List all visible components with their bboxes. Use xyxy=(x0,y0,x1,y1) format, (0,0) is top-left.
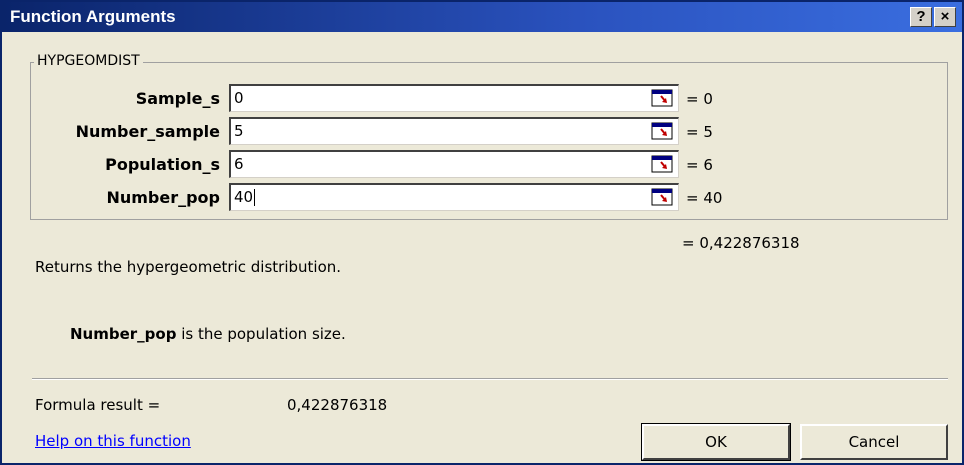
title-bar[interactable]: Function Arguments ? × xyxy=(2,2,962,32)
cancel-button[interactable]: Cancel xyxy=(800,424,948,460)
argument-help-name: Number_pop xyxy=(70,325,177,343)
sample-s-input[interactable]: 0 xyxy=(229,84,679,112)
arg-label-number-pop: Number_pop xyxy=(106,188,220,207)
argument-help-text: is the population size. xyxy=(176,325,346,343)
formula-result-label: Formula result = xyxy=(35,396,161,414)
formula-value: = 0,422876318 xyxy=(682,234,800,252)
collapse-dialog-icon[interactable] xyxy=(650,120,676,142)
function-name: HYPGEOMDIST xyxy=(34,53,143,69)
arg-label-number-sample: Number_sample xyxy=(75,122,220,141)
close-button[interactable]: × xyxy=(934,7,956,27)
function-description: Returns the hypergeometric distribution. xyxy=(35,258,342,276)
number-pop-value: 40 xyxy=(234,188,254,206)
formula-result-value: 0,422876318 xyxy=(287,396,388,414)
arg-result-population-s: = 6 xyxy=(686,156,713,174)
collapse-dialog-icon[interactable] xyxy=(650,186,676,208)
number-pop-input[interactable]: 40 xyxy=(229,183,679,211)
ok-button[interactable]: OK xyxy=(641,423,791,461)
number-sample-input[interactable]: 5 xyxy=(229,117,679,145)
population-s-input[interactable]: 6 xyxy=(229,150,679,178)
help-button[interactable]: ? xyxy=(910,7,932,27)
number-sample-value: 5 xyxy=(234,122,244,140)
help-on-function-link[interactable]: Help on this function xyxy=(35,432,191,450)
divider xyxy=(32,378,948,380)
arg-result-sample-s: = 0 xyxy=(686,90,713,108)
dialog-title: Function Arguments xyxy=(10,7,176,26)
function-arguments-dialog: Function Arguments ? × HYPGEOMDIST Sampl… xyxy=(0,0,964,465)
collapse-dialog-icon[interactable] xyxy=(650,87,676,109)
arg-result-number-pop: = 40 xyxy=(686,189,723,207)
text-caret xyxy=(254,189,256,206)
collapse-dialog-icon[interactable] xyxy=(650,153,676,175)
population-s-value: 6 xyxy=(234,155,244,173)
arg-label-sample-s: Sample_s xyxy=(135,89,220,108)
sample-s-value: 0 xyxy=(234,89,244,107)
argument-help: Number_pop is the population size. xyxy=(70,325,346,343)
arg-result-number-sample: = 5 xyxy=(686,123,713,141)
arg-label-population-s: Population_s xyxy=(105,155,220,174)
